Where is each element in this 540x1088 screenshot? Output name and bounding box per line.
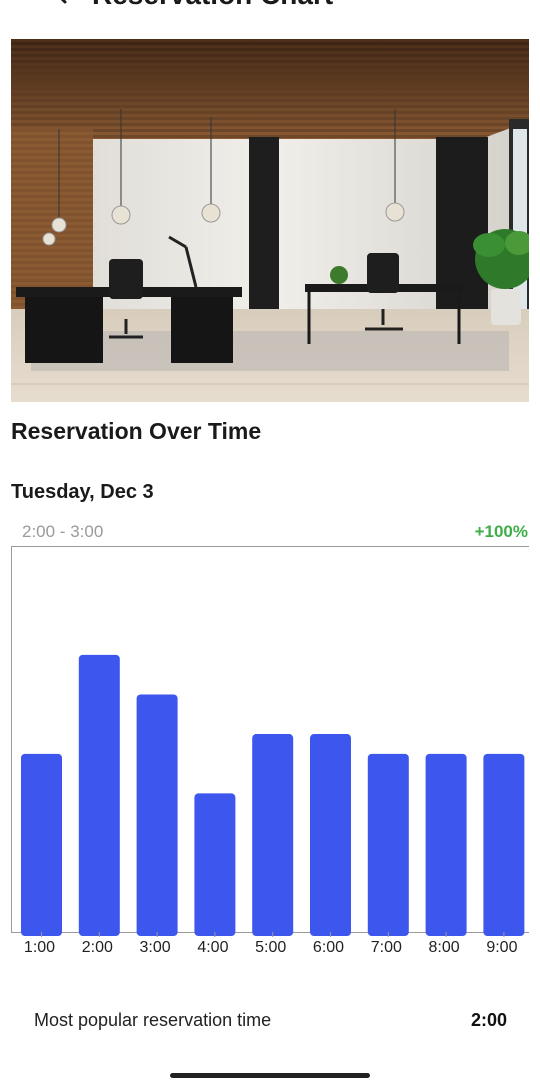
app-header: Reservation Chart [0,0,540,20]
x-tick-label: 4:00 [197,939,228,956]
most-popular-value: 2:00 [470,1010,507,1030]
back-arrow-icon[interactable] [50,0,72,4]
most-popular-label: Most popular reservation time [34,1010,272,1030]
x-tick-label: 9:00 [486,939,517,956]
bar-9-00[interactable] [483,753,525,936]
x-tick-label: 6:00 [313,939,344,956]
section-title: Reservation Over Time [11,418,262,444]
date-label: Tuesday, Dec 3 [11,481,154,503]
x-tick-label: 5:00 [255,939,286,956]
change-percentage: +100% [474,522,528,541]
selected-range-label: 2:00 - 3:00 [22,522,104,541]
bar-4-00[interactable] [194,793,236,936]
x-tick-label: 3:00 [140,939,171,956]
x-tick-label: 8:00 [429,939,460,956]
bar-2-00[interactable] [78,654,120,936]
x-tick-label: 2:00 [82,939,113,956]
bar-7-00[interactable] [367,753,409,936]
home-indicator [170,1073,370,1078]
x-tick-label: 1:00 [24,939,55,956]
reservation-bar-chart[interactable]: 1:002:003:004:005:006:007:008:009:001 [11,546,529,970]
bar-3-00[interactable] [136,694,178,936]
office-photo [11,39,529,402]
bar-5-00[interactable] [252,734,294,936]
page-title: Reservation Chart [92,0,333,12]
bar-1-00[interactable] [21,753,62,936]
x-tick-label: 7:00 [371,939,402,956]
bar-8-00[interactable] [425,753,467,936]
bar-6-00[interactable] [310,734,351,936]
